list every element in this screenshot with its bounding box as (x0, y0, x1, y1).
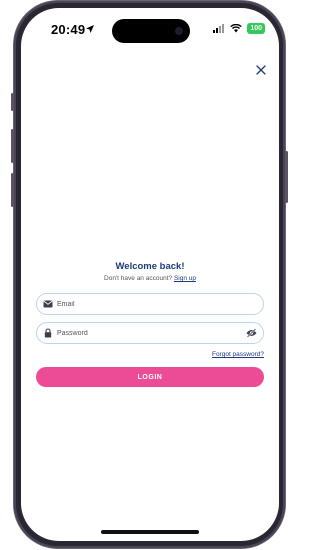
status-time: 20:49 (51, 22, 86, 37)
home-indicator[interactable] (101, 530, 199, 534)
wifi-icon (230, 24, 242, 33)
forgot-password-link[interactable]: Forgot password? (212, 351, 264, 358)
app-screen: 20:49 100 Welcome back! Don't have an ac… (21, 8, 279, 541)
camera-icon (175, 27, 183, 35)
no-account-text: Don't have an account? (104, 275, 173, 282)
action-button (11, 93, 14, 111)
signal-icon (213, 24, 225, 33)
signup-link[interactable]: Sign up (174, 275, 196, 282)
status-indicators: 100 (213, 23, 265, 34)
battery-icon: 100 (247, 23, 265, 34)
password-field[interactable] (36, 322, 264, 344)
email-input[interactable] (57, 297, 237, 311)
close-icon[interactable] (254, 63, 268, 77)
email-icon (43, 300, 53, 308)
password-input[interactable] (57, 326, 237, 340)
signup-prompt: Don't have an account? Sign up (21, 275, 279, 282)
dynamic-island (112, 19, 190, 43)
volume-up-button (11, 129, 14, 163)
power-button (285, 151, 288, 203)
page-title: Welcome back! (115, 261, 185, 272)
location-arrow-icon (86, 25, 94, 33)
lock-icon (44, 328, 52, 338)
volume-down-button (11, 173, 14, 207)
login-button[interactable]: LOGIN (36, 367, 264, 387)
eye-slash-icon[interactable] (246, 328, 257, 338)
email-field[interactable] (36, 293, 264, 315)
